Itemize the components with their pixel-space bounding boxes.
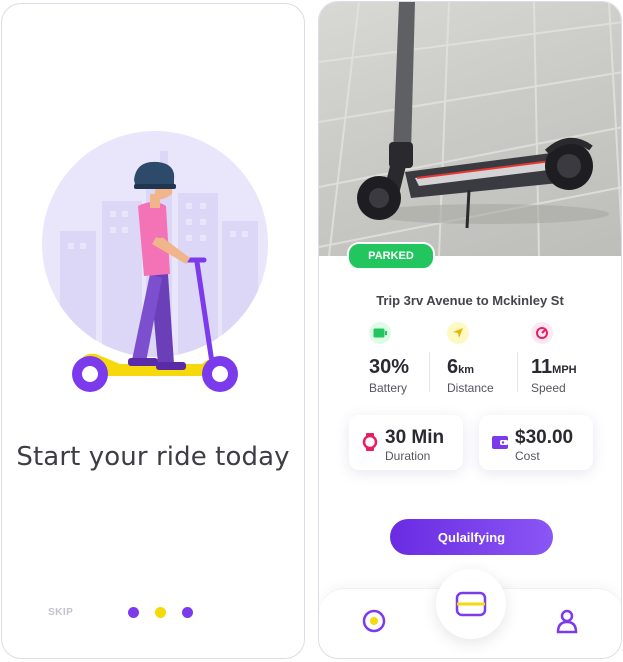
ride-stats: 30% Battery 6km Distance 11MPH Speed — [359, 322, 599, 402]
scan-card-icon — [455, 591, 487, 617]
rider-scooter-illustration — [72, 161, 238, 392]
duration-card: 30 Min Duration — [349, 415, 463, 470]
skip-button[interactable]: SKIP — [48, 607, 73, 618]
scooter-photo — [319, 2, 621, 256]
watch-icon — [362, 433, 378, 451]
page-dot-1[interactable] — [128, 607, 139, 618]
stat-speed-label: Speed — [531, 381, 566, 395]
onboarding-screen: Start your ride today SKIP — [1, 3, 305, 659]
onboarding-title: Start your ride today — [16, 442, 290, 472]
battery-icon — [369, 322, 391, 344]
ride-details-screen: PARKED Trip 3rv Avenue to Mckinley St 30… — [318, 1, 622, 659]
page-dot-2[interactable] — [155, 607, 166, 618]
stat-distance-value: 6km — [447, 356, 475, 378]
stat-battery-value: 30% — [369, 356, 410, 378]
wallet-icon — [492, 436, 508, 449]
cost-card: $30.00 Cost — [479, 415, 593, 470]
stat-battery-label: Battery — [369, 381, 408, 395]
stat-battery: 30% Battery — [369, 322, 449, 395]
tab-map[interactable] — [358, 605, 390, 637]
status-badge: PARKED — [347, 242, 435, 270]
page-dot-3[interactable] — [182, 607, 193, 618]
tab-scan[interactable] — [436, 569, 506, 639]
stat-distance-label: Distance — [447, 381, 494, 395]
profile-icon — [556, 609, 578, 634]
cost-label: Cost — [515, 449, 540, 463]
location-pin-icon — [362, 609, 386, 633]
speedometer-icon — [531, 322, 553, 344]
qualifying-button[interactable]: Qulailfying — [390, 519, 553, 555]
trip-title: Trip 3rv Avenue to Mckinley St — [376, 293, 564, 308]
stat-distance: 6km Distance — [447, 322, 527, 395]
duration-value: 30 Min — [385, 427, 445, 448]
tab-profile[interactable] — [551, 605, 583, 637]
page-indicator — [128, 607, 193, 618]
location-arrow-icon — [447, 322, 469, 344]
stat-speed: 11MPH Speed — [531, 322, 611, 395]
stat-speed-value: 11MPH — [531, 356, 577, 378]
duration-label: Duration — [385, 449, 431, 463]
cost-value: $30.00 — [515, 427, 574, 448]
